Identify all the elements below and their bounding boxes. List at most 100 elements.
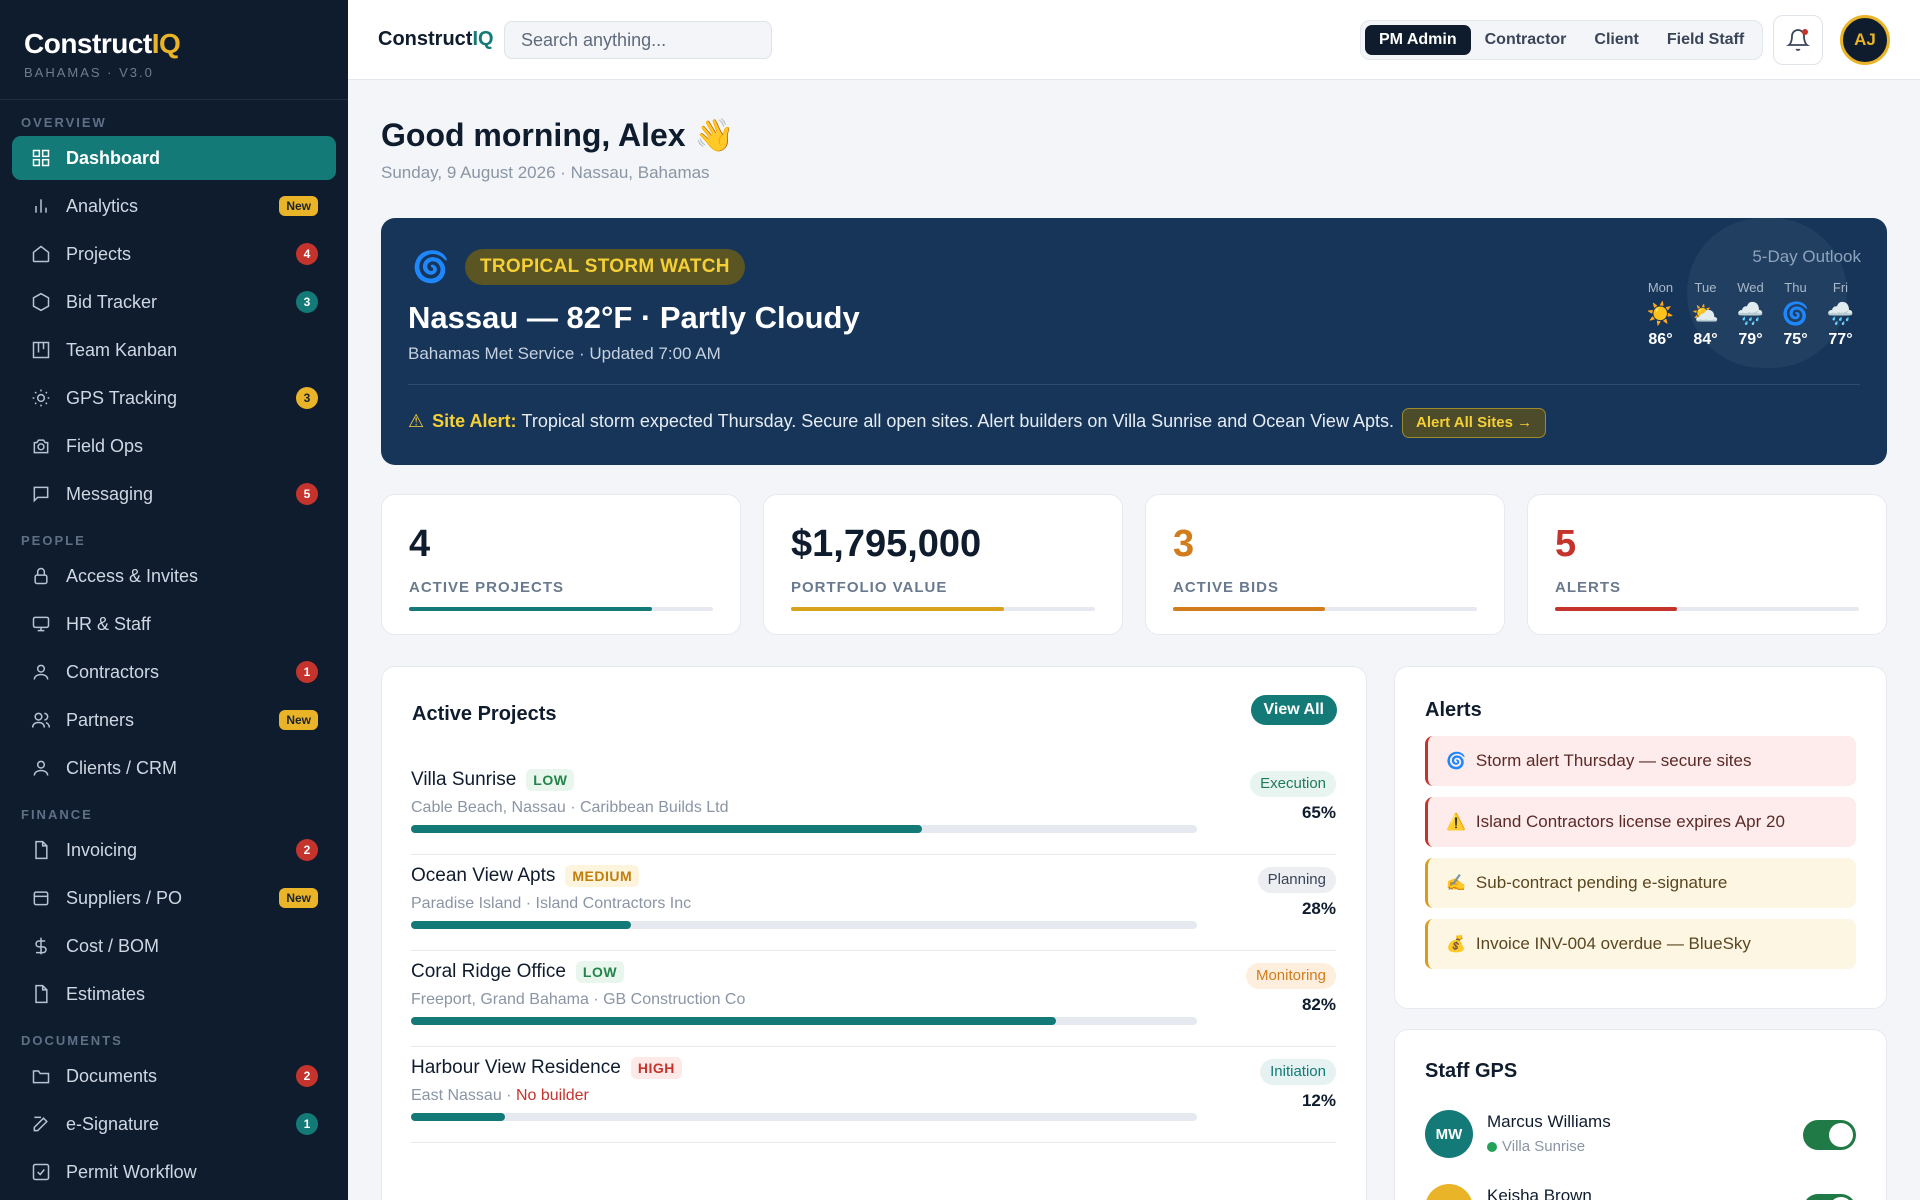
- sidebar-item-bid-tracker[interactable]: Bid Tracker 3: [12, 280, 336, 324]
- project-progress-value: 12%: [1301, 1091, 1336, 1110]
- site-alert-text: Tropical storm expected Thursday. Secure…: [521, 411, 1394, 431]
- alert-text: Island Contractors license expires Apr 2…: [1475, 812, 1785, 831]
- sidebar-badge: 1: [296, 661, 318, 683]
- sidebar-item-clients-crm[interactable]: Clients / CRM: [12, 746, 336, 790]
- staff-avatar: MW: [1425, 1110, 1473, 1158]
- weather-banner: 🌀 TROPICAL STORM WATCH Nassau — 82°F · P…: [381, 218, 1887, 465]
- stat-progress-fill: [1173, 607, 1325, 611]
- stat-progress: [1555, 607, 1859, 611]
- no-builder-flag: No builder: [515, 1087, 589, 1104]
- project-progress-fill: [411, 1017, 1056, 1025]
- sidebar-item-team-kanban[interactable]: Team Kanban: [12, 328, 336, 372]
- alert-text: Storm alert Thursday — secure sites: [1475, 751, 1752, 770]
- sidebar-item-analytics[interactable]: Analytics New: [12, 184, 336, 228]
- role-pm-admin[interactable]: PM Admin: [1365, 25, 1471, 55]
- sidebar-item-suppliers-po[interactable]: Suppliers / PO New: [12, 876, 336, 920]
- sidebar-section-documents: DOCUMENTS: [21, 1033, 123, 1048]
- storm-watch-badge: TROPICAL STORM WATCH: [465, 249, 745, 285]
- project-progress-value: 65%: [1301, 803, 1336, 822]
- sidebar-item-label: Field Ops: [66, 435, 144, 456]
- notifications-button[interactable]: [1773, 15, 1823, 65]
- sidebar-badge: New: [279, 710, 318, 730]
- sidebar-item-invoicing[interactable]: Invoicing 2: [12, 828, 336, 872]
- brand[interactable]: ConstructIQ BAHAMAS · V3.0: [0, 0, 348, 100]
- project-name: Ocean View Apts MEDIUM: [411, 865, 640, 887]
- sidebar-item-contractors[interactable]: Contractors 1: [12, 650, 336, 694]
- sidebar-item-label: Invoicing: [66, 839, 138, 860]
- weather-icon: ⛅: [1691, 301, 1720, 326]
- sidebar-item-label: Permit Workflow: [66, 1161, 197, 1182]
- sidebar-item-label: Clients / CRM: [66, 757, 178, 778]
- sidebar-item-cost-bom[interactable]: Cost / BOM: [12, 924, 336, 968]
- sidebar-item-field-ops[interactable]: Field Ops: [12, 424, 336, 468]
- sidebar-item-documents[interactable]: Documents 2: [12, 1054, 336, 1098]
- sidebar-item-gps-tracking[interactable]: GPS Tracking 3: [12, 376, 336, 420]
- phase-badge: Planning: [1257, 867, 1336, 893]
- sidebar-item-label: Messaging: [66, 483, 154, 504]
- phase-badge: Execution: [1250, 771, 1336, 797]
- forecast-day-name: Mon: [1647, 280, 1674, 295]
- sidebar-item-hr-staff[interactable]: HR & Staff: [12, 602, 336, 646]
- staff-location: Villa Sunrise: [1487, 1138, 1585, 1155]
- project-row[interactable]: Villa Sunrise LOW Cable Beach, Nassau · Ca…: [411, 759, 1336, 855]
- alert-item[interactable]: ✍️ Sub-contract pending e-signature: [1425, 858, 1856, 908]
- sidebar-item-dashboard[interactable]: Dashboard: [12, 136, 336, 180]
- alert-icon: ⚠️: [1446, 814, 1466, 831]
- weather-icon: 🌧️: [1826, 301, 1855, 326]
- forecast-day: Wed 🌧️ 79°: [1728, 280, 1773, 349]
- sidebar: ConstructIQ BAHAMAS · V3.0 OVERVIEW Dashb…: [0, 0, 348, 1200]
- sidebar-item-partners[interactable]: Partners New: [12, 698, 336, 742]
- brand-logo: ConstructIQ: [24, 28, 181, 59]
- gps-toggle[interactable]: [1803, 1194, 1856, 1200]
- stat-card-portfolio-value[interactable]: $1,795,000 PORTFOLIO VALUE: [763, 494, 1123, 635]
- sidebar-item-messaging[interactable]: Messaging 5: [12, 472, 336, 516]
- sidebar-badge: 3: [296, 291, 318, 313]
- alert-item[interactable]: 🌀 Storm alert Thursday — secure sites: [1425, 736, 1856, 786]
- sidebar-item-permit-workflow[interactable]: Permit Workflow: [12, 1150, 336, 1194]
- sidebar-item-projects[interactable]: Projects 4: [12, 232, 336, 276]
- sidebar-item-label: Estimates: [66, 983, 146, 1004]
- project-location: Paradise Island · Island Contractors Inc: [411, 895, 692, 912]
- project-row[interactable]: Ocean View Apts MEDIUM Paradise Island · I…: [411, 855, 1336, 951]
- sidebar-badge: 4: [296, 243, 318, 265]
- sidebar-item-label: Bid Tracker: [66, 291, 158, 312]
- sidebar-item-access-invites[interactable]: Access & Invites: [12, 554, 336, 598]
- project-row[interactable]: Harbour View Residence HIGH East Nassau · …: [411, 1047, 1336, 1143]
- role-client[interactable]: Client: [1580, 25, 1652, 55]
- forecast-temp: 86°: [1648, 331, 1673, 348]
- sidebar-item-label: Documents: [66, 1065, 158, 1086]
- sidebar-section-overview: OVERVIEW: [21, 115, 107, 130]
- stat-card-active-bids[interactable]: 3 ACTIVE BIDS: [1145, 494, 1505, 635]
- forecast-temp: 79°: [1738, 331, 1763, 348]
- gps-toggle[interactable]: [1803, 1120, 1856, 1150]
- alert-item[interactable]: ⚠️ Island Contractors license expires Apr…: [1425, 797, 1856, 847]
- alerts-card: Alerts 🌀 Storm alert Thursday — secure si…: [1394, 666, 1887, 1009]
- project-progress-bar: [411, 1113, 1197, 1121]
- role-contractor[interactable]: Contractor: [1471, 25, 1581, 55]
- stat-value: 4: [409, 523, 431, 565]
- staff-gps-card: Staff GPS MW Marcus Williams Villa Sunrise…: [1394, 1029, 1887, 1200]
- search-input[interactable]: [504, 21, 772, 59]
- stat-card-alerts[interactable]: 5 ALERTS: [1527, 494, 1887, 635]
- monitor-icon: [30, 613, 52, 635]
- topbar-brand[interactable]: ConstructIQ: [378, 28, 494, 51]
- user-icon: [30, 661, 52, 683]
- stat-progress-fill: [1555, 607, 1677, 611]
- forecast: Mon ☀️ 86° Tue ⛅ 84° Wed 🌧️ 79° Thu 🌀 75° Fri 🌧️ 77°: [1638, 280, 1863, 349]
- role-field-staff[interactable]: Field Staff: [1653, 25, 1758, 55]
- alert-item[interactable]: 💰 Invoice INV-004 overdue — BlueSky: [1425, 919, 1856, 969]
- sidebar-section-finance: FINANCE: [21, 807, 93, 822]
- forecast-temp: 75°: [1783, 331, 1808, 348]
- sidebar-item-estimates[interactable]: Estimates: [12, 972, 336, 1016]
- online-indicator: [1487, 1141, 1497, 1152]
- stat-card-active-projects[interactable]: 4 ACTIVE PROJECTS: [381, 494, 741, 635]
- forecast-day: Thu 🌀 75°: [1773, 280, 1818, 349]
- user-avatar[interactable]: AJ: [1840, 15, 1890, 65]
- alert-all-sites-button[interactable]: Alert All Sites →: [1402, 408, 1547, 438]
- sidebar-item-e-signature[interactable]: e-Signature 1: [12, 1102, 336, 1146]
- staff-row: KB Keisha Brown: [1425, 1184, 1856, 1200]
- weather-title: Nassau — 82°F · Partly Cloudy: [408, 300, 860, 335]
- project-row[interactable]: Coral Ridge Office LOW Freeport, Grand Bah…: [411, 951, 1336, 1047]
- view-all-button[interactable]: View All: [1250, 695, 1337, 725]
- project-progress-fill: [411, 921, 632, 929]
